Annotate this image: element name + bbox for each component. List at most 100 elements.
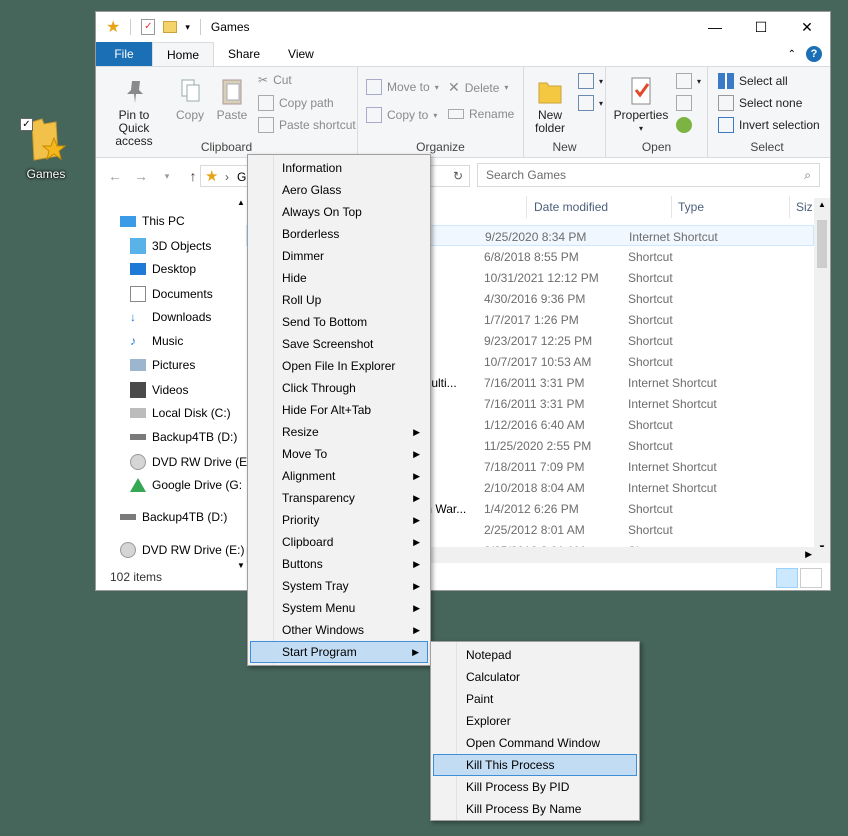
menu-item-click-through[interactable]: Click Through: [250, 377, 428, 399]
nav-item-pictures[interactable]: Pictures: [130, 358, 195, 372]
copy-to-button[interactable]: Copy to ▾: [366, 107, 437, 123]
nav-item-music[interactable]: ♪ Music: [130, 334, 183, 348]
menu-item-priority[interactable]: Priority ▶: [250, 509, 428, 531]
menu-item-always-on-top[interactable]: Always On Top: [250, 201, 428, 223]
menu-item-aero-glass[interactable]: Aero Glass: [250, 179, 428, 201]
rename-button[interactable]: Rename: [448, 107, 514, 121]
menu-item-kill-process-by-name[interactable]: Kill Process By Name: [433, 798, 637, 820]
menu-item-system-menu[interactable]: System Menu ▶: [250, 597, 428, 619]
tab-view[interactable]: View: [274, 42, 328, 66]
back-arrow-icon[interactable]: ←: [106, 168, 124, 184]
refresh-icon[interactable]: ↻: [453, 169, 463, 183]
menu-item-other-windows[interactable]: Other Windows ▶: [250, 619, 428, 641]
maximize-button[interactable]: ☐: [738, 12, 784, 42]
close-button[interactable]: ✕: [784, 12, 830, 42]
details-view-icon[interactable]: [776, 568, 798, 588]
dropdown-icon[interactable]: ▾: [158, 171, 176, 182]
menu-item-start-program[interactable]: Start Program ▶: [250, 641, 428, 663]
menu-item-buttons[interactable]: Buttons ▶: [250, 553, 428, 575]
new-item-icon[interactable]: ▾: [578, 73, 603, 89]
nav-item-google-drive[interactable]: Google Drive (G:: [130, 478, 242, 492]
menu-item-save-screenshot[interactable]: Save Screenshot: [250, 333, 428, 355]
cut-button[interactable]: ✂ Cut: [258, 73, 292, 87]
desktop-icon-games[interactable]: ✓ Games: [18, 116, 74, 181]
nav-item-backup-drive-2[interactable]: Backup4TB (D:): [120, 510, 227, 524]
menu-item-calculator[interactable]: Calculator: [433, 666, 637, 688]
menu-item-clipboard[interactable]: Clipboard ▶: [250, 531, 428, 553]
nav-scrollbar[interactable]: ▲ ▼: [236, 198, 246, 570]
copy-path-button[interactable]: Copy path: [258, 95, 334, 111]
tab-file[interactable]: File: [96, 42, 152, 66]
menu-item-roll-up[interactable]: Roll Up: [250, 289, 428, 311]
menu-item-kill-this-process[interactable]: Kill This Process: [433, 754, 637, 776]
scrollbar-thumb[interactable]: [817, 220, 827, 268]
properties-check-icon[interactable]: ✓: [141, 19, 156, 35]
large-icons-view-icon[interactable]: [800, 568, 822, 588]
help-icon[interactable]: ?: [806, 46, 822, 62]
scroll-up-icon[interactable]: ▲: [237, 198, 245, 207]
select-all-button[interactable]: Select all: [718, 73, 788, 89]
menu-item-hide[interactable]: Hide: [250, 267, 428, 289]
move-to-button[interactable]: Move to ▾: [366, 79, 439, 95]
column-type[interactable]: Type: [678, 200, 704, 214]
nav-item-dvd-drive-2[interactable]: DVD RW Drive (E:): [120, 542, 244, 558]
menu-item-borderless[interactable]: Borderless: [250, 223, 428, 245]
scroll-down-icon[interactable]: ▼: [237, 561, 245, 570]
select-none-button[interactable]: Select none: [718, 95, 802, 111]
menu-item-paint[interactable]: Paint: [433, 688, 637, 710]
new-folder-icon[interactable]: [163, 21, 178, 33]
menu-item-hide-for-alt-tab[interactable]: Hide For Alt+Tab: [250, 399, 428, 421]
collapse-ribbon-icon[interactable]: ⌃: [788, 49, 796, 60]
nav-item-downloads[interactable]: ↓ Downloads: [130, 310, 211, 324]
menu-item-system-tray[interactable]: System Tray ▶: [250, 575, 428, 597]
minimize-button[interactable]: —: [692, 12, 738, 42]
history-icon[interactable]: [676, 117, 692, 133]
search-box[interactable]: Search Games ⌕: [477, 163, 820, 187]
column-size[interactable]: Siz: [796, 200, 813, 214]
nav-item-backup-drive[interactable]: Backup4TB (D:): [130, 430, 237, 444]
search-input[interactable]: Search Games: [486, 168, 566, 182]
copy-button[interactable]: Copy: [172, 75, 208, 122]
pin-quick-access-button[interactable]: Pin to Quick access: [102, 75, 168, 148]
easy-access-icon[interactable]: ▾: [578, 95, 603, 111]
scroll-right-icon[interactable]: ▶: [805, 549, 812, 560]
menu-item-move-to[interactable]: Move To ▶: [250, 443, 428, 465]
file-list-scrollbar[interactable]: ▲ ▼: [814, 198, 830, 554]
nav-item-local-disk[interactable]: Local Disk (C:): [130, 406, 231, 420]
nav-item-documents[interactable]: Documents: [130, 286, 213, 302]
nav-item-desktop[interactable]: Desktop: [130, 262, 196, 276]
nav-item-3d-objects[interactable]: 3D Objects: [130, 238, 211, 254]
menu-item-dimmer[interactable]: Dimmer: [250, 245, 428, 267]
menu-item-alignment[interactable]: Alignment ▶: [250, 465, 428, 487]
chevron-down-icon[interactable]: ▾: [185, 22, 190, 33]
menu-item-open-command-window[interactable]: Open Command Window: [433, 732, 637, 754]
column-date-modified[interactable]: Date modified: [534, 200, 608, 214]
invert-selection-button[interactable]: Invert selection: [718, 117, 820, 133]
edit-icon[interactable]: [676, 95, 692, 111]
menu-item-open-file-in-explorer[interactable]: Open File In Explorer: [250, 355, 428, 377]
menu-item-resize[interactable]: Resize ▶: [250, 421, 428, 443]
nav-item-videos[interactable]: Videos: [130, 382, 188, 398]
menu-item-kill-process-by-pid[interactable]: Kill Process By PID: [433, 776, 637, 798]
new-folder-button[interactable]: New folder: [528, 75, 572, 135]
scroll-up-icon[interactable]: ▲: [818, 200, 826, 209]
menu-item-transparency[interactable]: Transparency ▶: [250, 487, 428, 509]
delete-button[interactable]: ✕ Delete ▾: [448, 79, 508, 96]
menu-item-information[interactable]: Information: [250, 157, 428, 179]
title-bar[interactable]: ★ ✓ ▾ Games — ☐ ✕: [96, 12, 830, 42]
explorer-window[interactable]: ★ ✓ ▾ Games — ☐ ✕ File Home Share View ⌃…: [95, 11, 831, 591]
menu-item-send-to-bottom[interactable]: Send To Bottom: [250, 311, 428, 333]
checkbox-icon[interactable]: ✓: [20, 118, 33, 131]
paste-shortcut-button[interactable]: Paste shortcut: [258, 117, 356, 133]
properties-button[interactable]: Properties ▾: [612, 75, 670, 135]
nav-item-this-pc[interactable]: This PC: [120, 214, 185, 228]
open-icon[interactable]: ▾: [676, 73, 701, 89]
tab-share[interactable]: Share: [214, 42, 274, 66]
forward-arrow-icon[interactable]: →: [132, 168, 150, 184]
paste-button[interactable]: Paste: [212, 75, 252, 122]
tab-home[interactable]: Home: [152, 42, 215, 66]
star-icon[interactable]: ★: [106, 17, 120, 37]
menu-item-notepad[interactable]: Notepad: [433, 644, 637, 666]
menu-item-explorer[interactable]: Explorer: [433, 710, 637, 732]
nav-item-dvd-drive[interactable]: DVD RW Drive (E: [130, 454, 247, 470]
